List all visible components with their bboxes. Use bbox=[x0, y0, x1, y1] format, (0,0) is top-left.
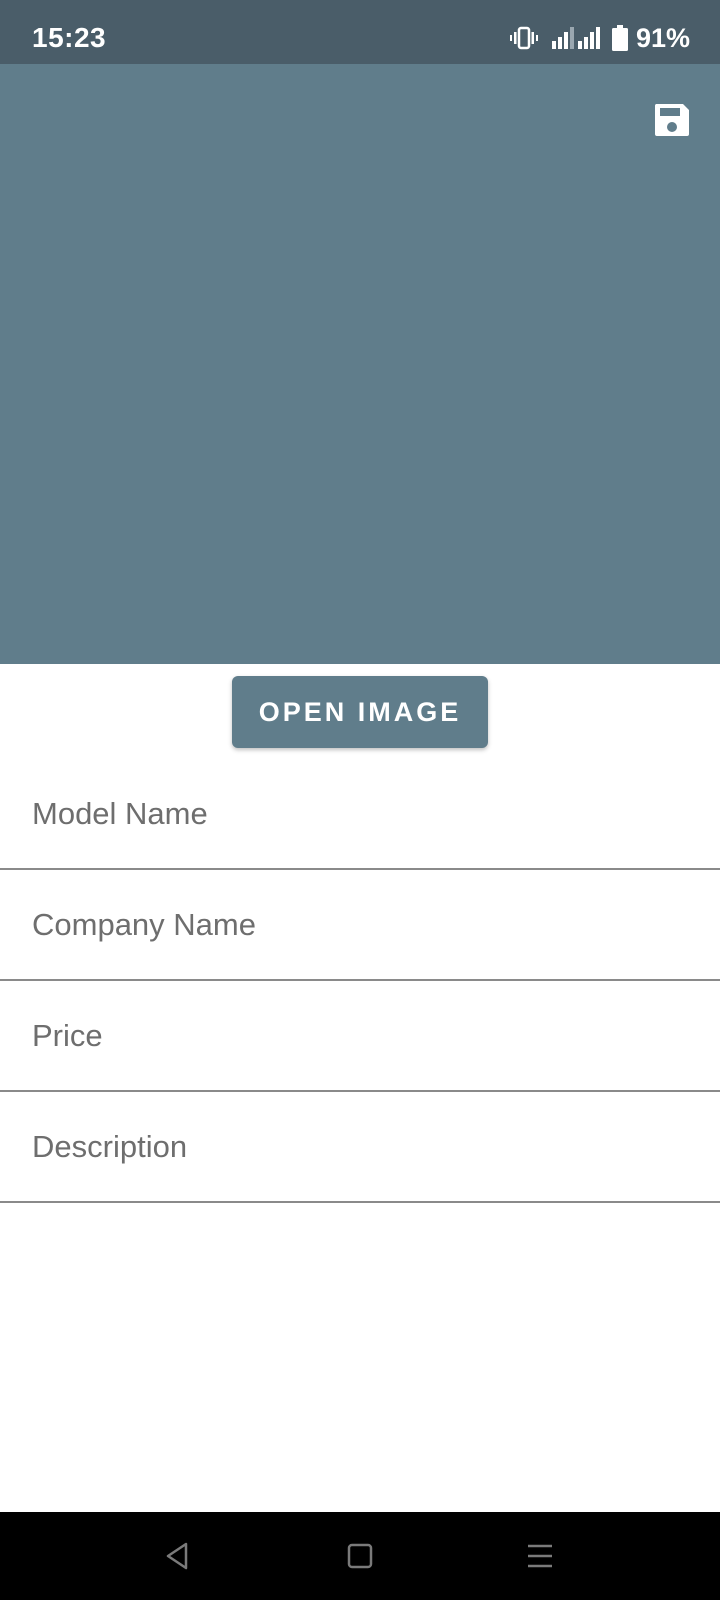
signal-icon bbox=[577, 27, 600, 49]
signal-icon bbox=[551, 27, 574, 49]
battery-percentage: 91% bbox=[635, 22, 690, 53]
model-name-input[interactable] bbox=[32, 759, 692, 868]
description-field bbox=[0, 1092, 720, 1203]
battery-icon bbox=[611, 25, 628, 51]
description-input[interactable] bbox=[32, 1092, 692, 1201]
navigation-bar bbox=[0, 1512, 720, 1600]
home-icon[interactable] bbox=[340, 1536, 380, 1576]
save-icon[interactable] bbox=[652, 100, 692, 140]
price-input[interactable] bbox=[32, 981, 692, 1090]
status-icons: 91% bbox=[509, 22, 690, 53]
back-icon[interactable] bbox=[158, 1536, 198, 1576]
status-bar: 15:23 91% bbox=[0, 0, 720, 64]
company-name-input[interactable] bbox=[32, 870, 692, 979]
menu-icon[interactable] bbox=[520, 1536, 560, 1576]
image-preview bbox=[0, 64, 720, 664]
status-time: 15:23 bbox=[32, 22, 107, 53]
open-image-button[interactable]: OPEN IMAGE bbox=[232, 676, 488, 748]
model-name-field bbox=[0, 759, 720, 870]
vibrate-icon bbox=[509, 26, 538, 50]
company-name-field bbox=[0, 870, 720, 981]
price-field bbox=[0, 981, 720, 1092]
